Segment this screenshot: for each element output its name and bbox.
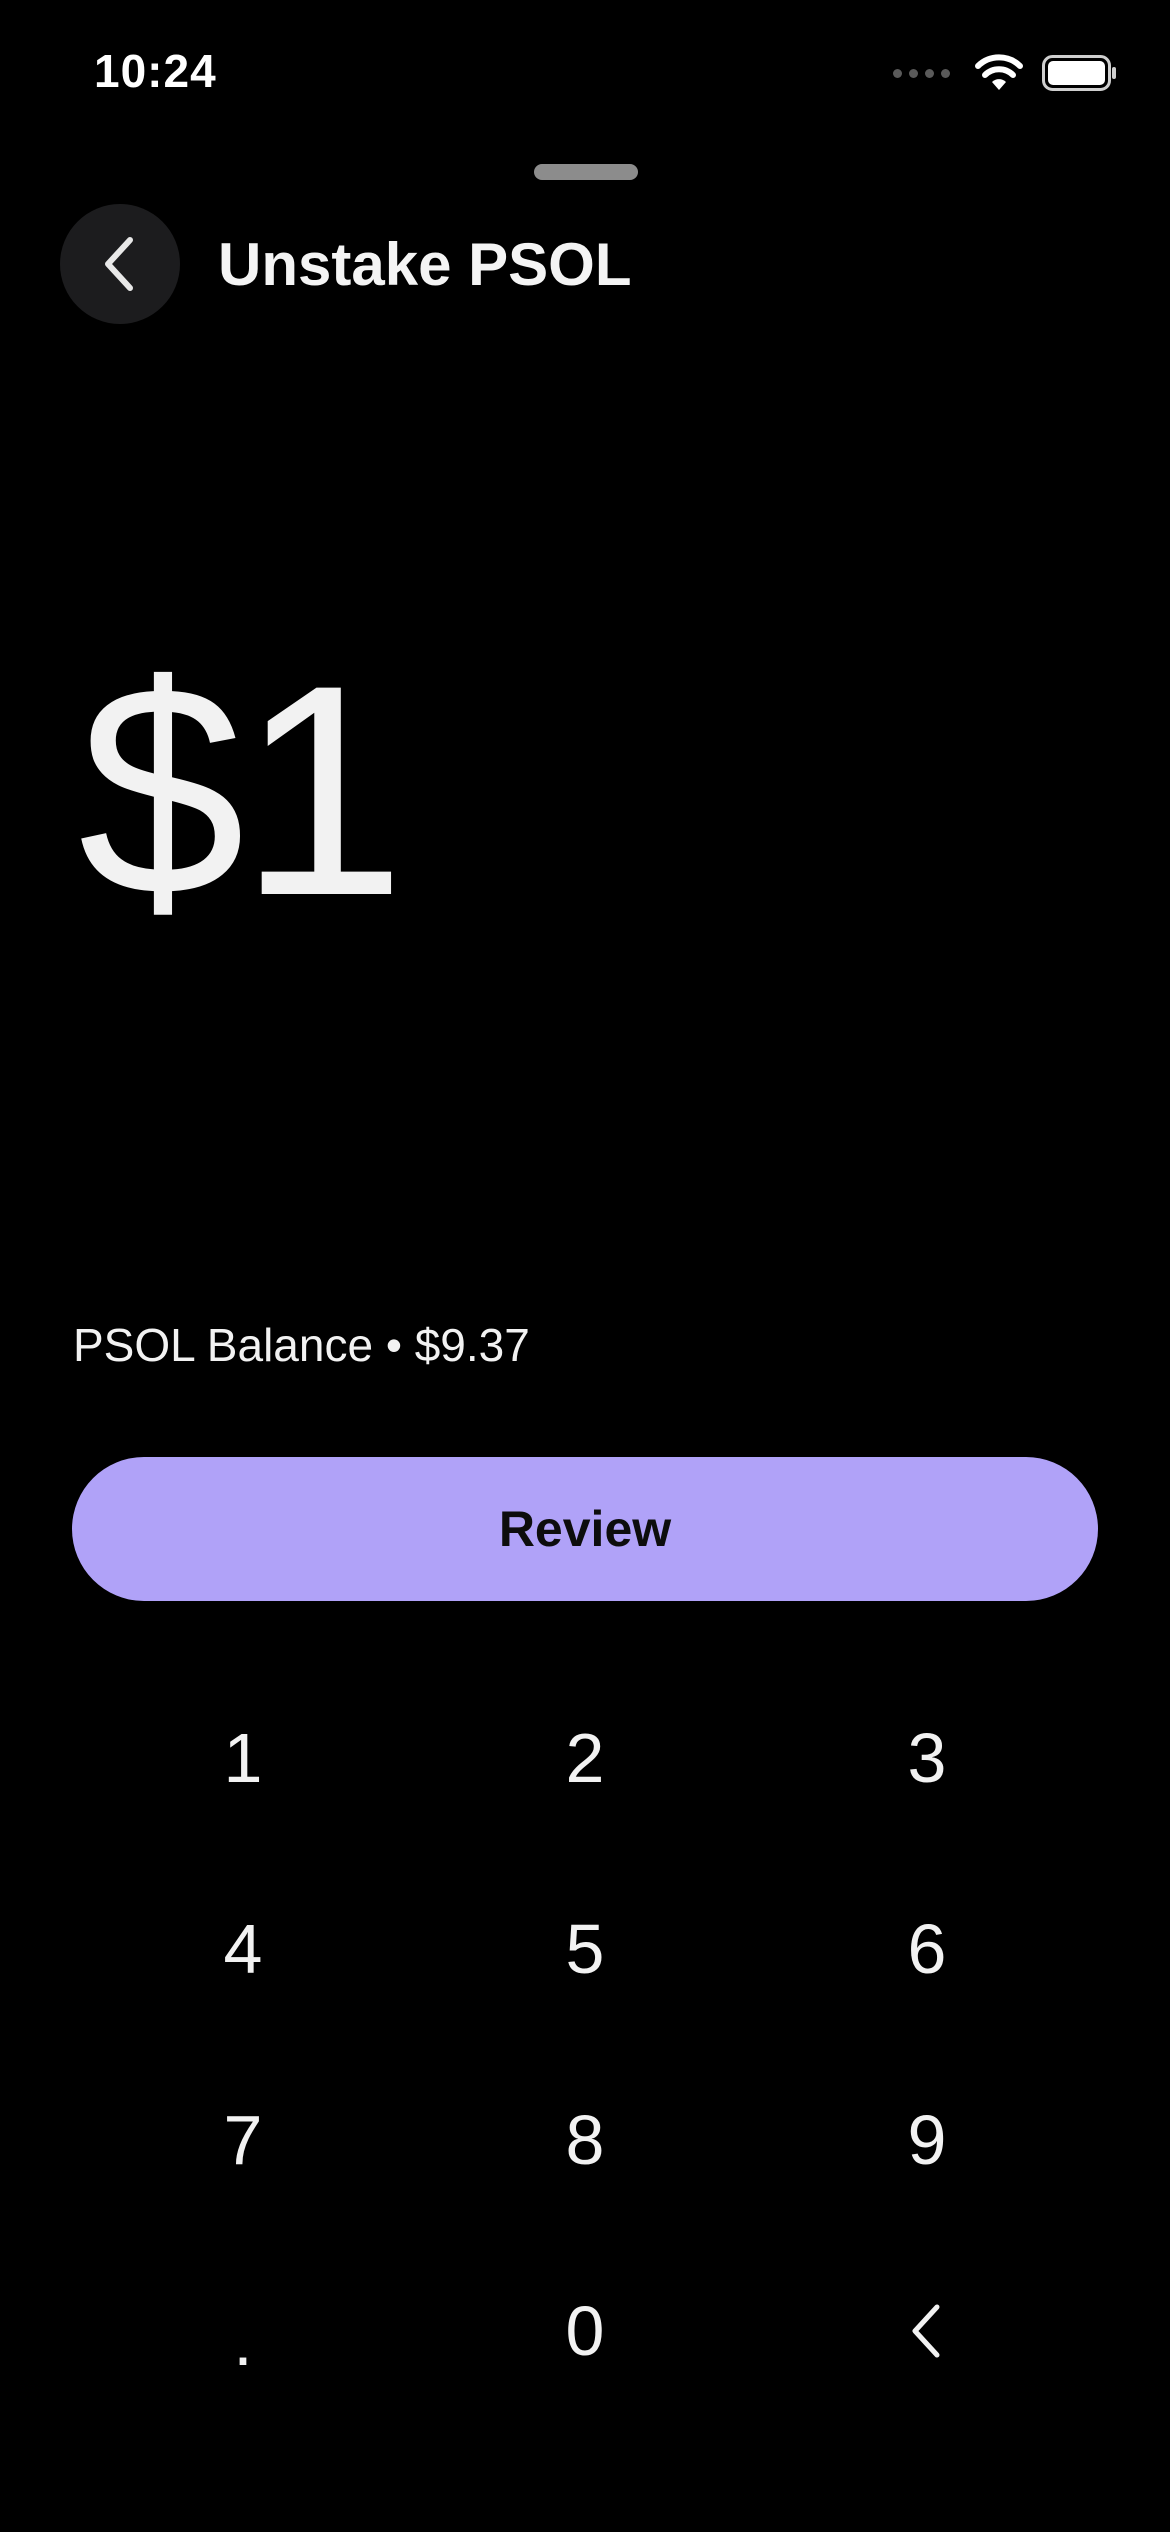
status-indicators	[893, 54, 1118, 92]
amount-display: $1	[78, 622, 406, 958]
key-4[interactable]: 4	[72, 1853, 414, 2044]
key-5[interactable]: 5	[414, 1853, 756, 2044]
numeric-keypad: 1 2 3 4 5 6 7 8 9 . 0	[0, 1662, 1170, 2426]
key-2[interactable]: 2	[414, 1662, 756, 1853]
battery-icon	[1042, 55, 1116, 91]
back-button[interactable]	[60, 204, 180, 324]
key-1[interactable]: 1	[72, 1662, 414, 1853]
status-time: 10:24	[94, 45, 217, 97]
wifi-icon	[975, 54, 1023, 90]
key-0[interactable]: 0	[414, 2235, 756, 2426]
chevron-left-icon	[912, 2304, 940, 2357]
screen: 10:24 Unstake PSOL $1 PSOL Balance • $9.…	[0, 0, 1170, 2532]
balance-label: PSOL Balance • $9.37	[73, 1319, 530, 1371]
key-decimal[interactable]: .	[72, 2235, 414, 2426]
page-title: Unstake PSOL	[218, 231, 632, 298]
review-button[interactable]: Review	[72, 1457, 1098, 1601]
key-7[interactable]: 7	[72, 2044, 414, 2235]
key-3[interactable]: 3	[756, 1662, 1098, 1853]
signal-icon	[893, 68, 950, 78]
chevron-left-icon	[105, 237, 133, 291]
key-9[interactable]: 9	[756, 2044, 1098, 2235]
key-backspace[interactable]	[756, 2235, 1098, 2426]
key-8[interactable]: 8	[414, 2044, 756, 2235]
key-decimal-label: .	[233, 2301, 253, 2380]
key-6[interactable]: 6	[756, 1853, 1098, 2044]
sheet-grabber[interactable]	[534, 164, 638, 180]
